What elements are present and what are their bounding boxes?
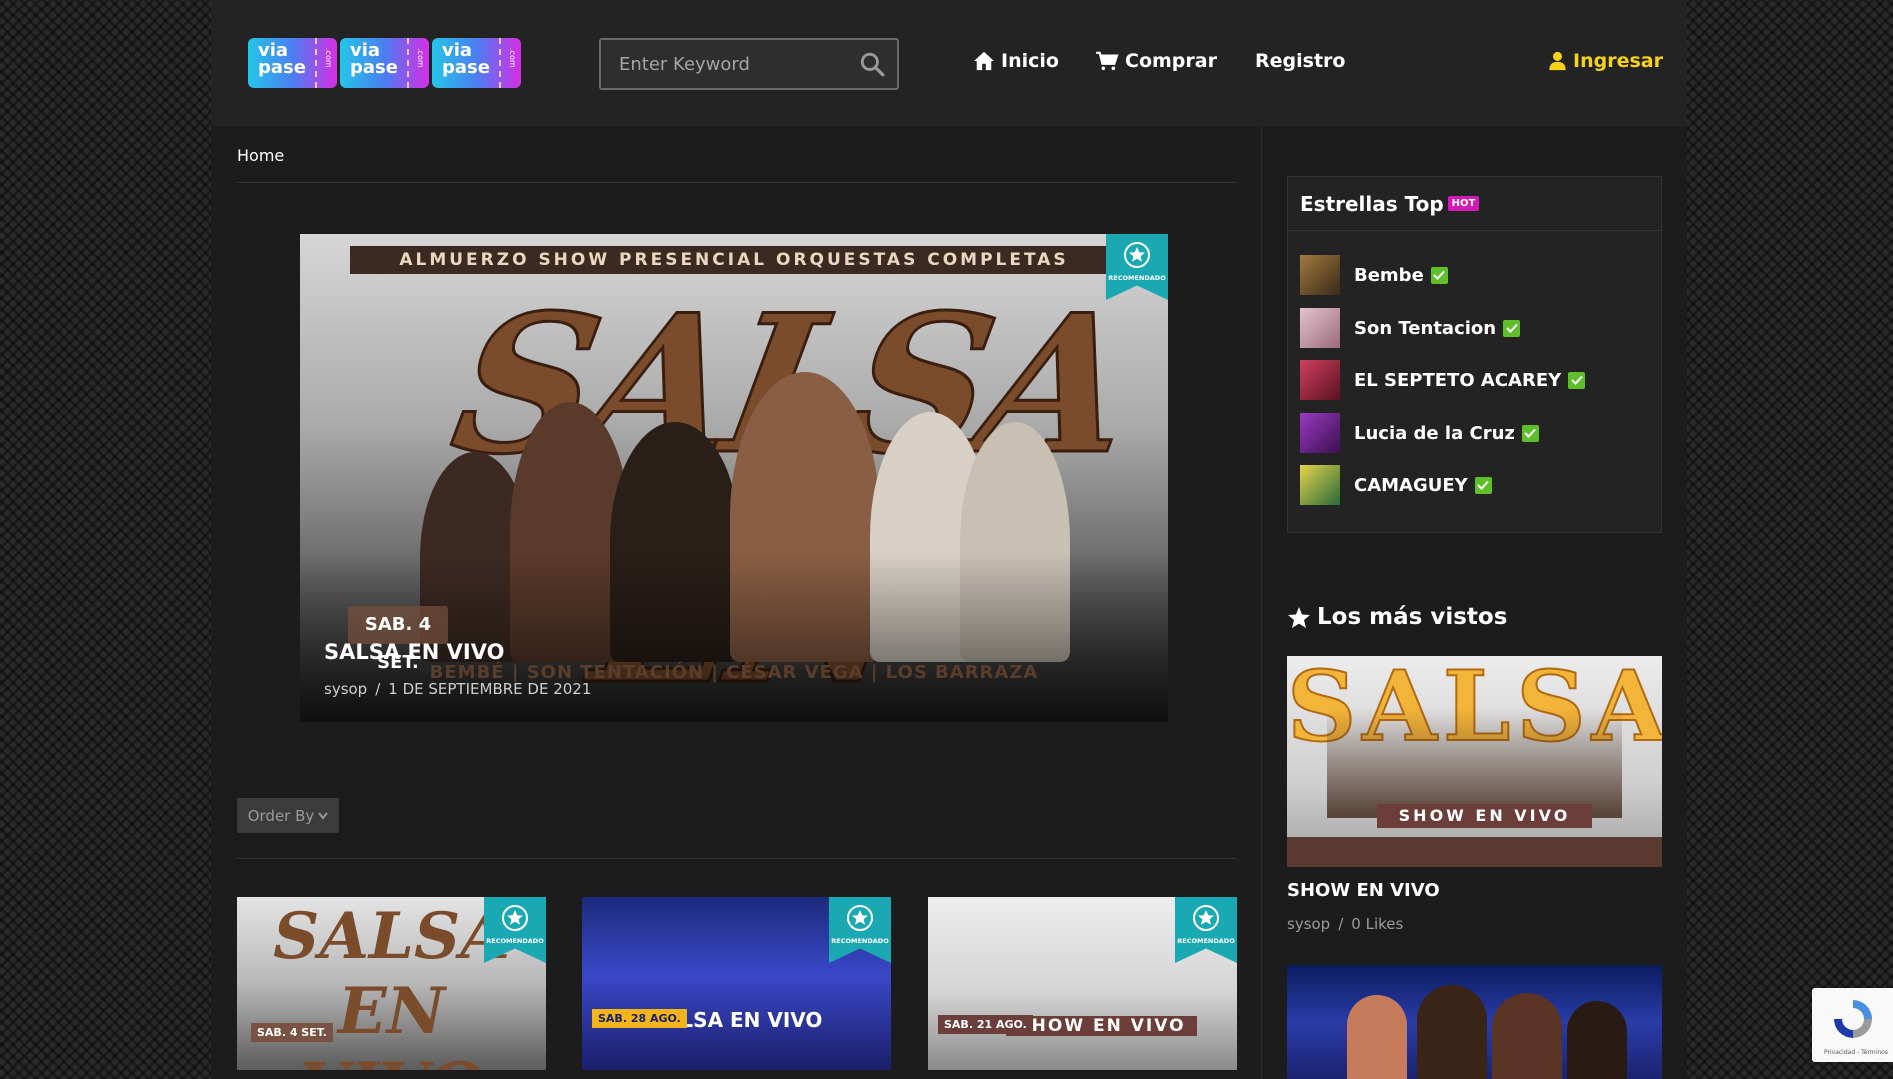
divider <box>237 858 1237 859</box>
logo-ticket-side: .com <box>508 48 517 68</box>
user-icon <box>1549 51 1566 71</box>
hot-badge: HOT <box>1447 196 1480 211</box>
meta-separator: / <box>1338 915 1344 933</box>
most-viewed-thumbnail[interactable] <box>1287 965 1662 1079</box>
thumbnail-title: SHOW EN VIVO <box>1006 1016 1197 1036</box>
logo-ticket: via pase .com <box>432 38 521 88</box>
ticket-perforation <box>499 38 501 88</box>
star-item[interactable]: CAMAGUEY <box>1300 465 1492 505</box>
most-viewed-author[interactable]: sysop <box>1287 915 1330 933</box>
event-thumbnail[interactable]: SALSA EN VIVO RECOMENDADO SAB. 4 SET. <box>237 897 546 1070</box>
ticket-perforation <box>407 38 409 88</box>
most-viewed-item-title[interactable]: SHOW EN VIVO <box>1287 880 1440 901</box>
top-stars-title: Estrellas Top <box>1300 191 1444 216</box>
nav-inicio-label: Inicio <box>1001 50 1059 72</box>
star-item[interactable]: Bembe <box>1300 255 1448 295</box>
verified-check-icon <box>1568 371 1586 389</box>
recaptcha-icon <box>1834 1000 1872 1038</box>
verified-check-icon <box>1430 266 1448 284</box>
star-item[interactable]: Son Tentacion <box>1300 308 1521 348</box>
star-avatar <box>1300 255 1340 295</box>
site-header: via pase .com via pase .com via pase .co… <box>211 0 1687 126</box>
recommended-label: RECOMENDADO <box>831 937 889 945</box>
thumbnail-date: SAB. 21 AGO. <box>938 1015 1033 1034</box>
poster-subtitle: SHOW EN VIVO <box>1377 804 1592 828</box>
logo-ticket: via pase .com <box>248 38 337 88</box>
page-container: via pase .com via pase .com via pase .co… <box>211 0 1687 1079</box>
star-item[interactable]: Lucia de la Cruz <box>1300 413 1539 453</box>
order-by-label: Order By <box>247 806 315 825</box>
search-box <box>599 38 899 90</box>
star-badge-icon <box>502 905 528 931</box>
nav-inicio[interactable]: Inicio <box>973 50 1059 72</box>
ticket-perforation <box>315 38 317 88</box>
search-input[interactable] <box>601 40 851 88</box>
thumbnail-date: SAB. 28 AGO. <box>592 1009 687 1028</box>
hero-author[interactable]: sysop <box>324 680 367 698</box>
poster-footer-band <box>1287 837 1662 867</box>
most-viewed-likes: 0 Likes <box>1351 915 1404 933</box>
logo-ticket-side: .com <box>416 48 425 68</box>
star-name: EL SEPTETO ACAREY <box>1354 369 1562 391</box>
chevron-down-icon <box>318 811 329 820</box>
breadcrumb-home[interactable]: Home <box>237 146 284 165</box>
most-viewed-title: Los más vistos <box>1317 604 1508 630</box>
recaptcha-badge[interactable]: Privacidad - Términos <box>1812 988 1893 1062</box>
search-icon[interactable] <box>859 51 885 77</box>
star-name: CAMAGUEY <box>1354 474 1468 496</box>
hero-featured-event[interactable]: ALMUERZO SHOW PRESENCIAL ORQUESTAS COMPL… <box>300 234 1168 722</box>
nav-comprar-label: Comprar <box>1125 50 1217 72</box>
recommended-ribbon: RECOMENDADO <box>829 897 891 963</box>
poster-banner-text: ALMUERZO SHOW PRESENCIAL ORQUESTAS COMPL… <box>399 250 1069 270</box>
verified-check-icon <box>1503 319 1521 337</box>
recommended-label: RECOMENDADO <box>1108 274 1166 282</box>
star-name: Son Tentacion <box>1354 317 1497 339</box>
star-avatar <box>1300 413 1340 453</box>
verified-check-icon <box>1521 424 1539 442</box>
nav-registro[interactable]: Registro <box>1255 50 1345 72</box>
recaptcha-terms[interactable]: Privacidad - Términos <box>1824 1049 1888 1056</box>
cart-icon <box>1096 51 1119 71</box>
logo-ticket: via pase .com <box>340 38 429 88</box>
event-thumbnail[interactable]: SHOW EN VIVO RECOMENDADO SAB. 21 AGO. <box>928 897 1237 1070</box>
most-viewed-item-meta: sysop / 0 Likes <box>1287 915 1403 933</box>
star-avatar <box>1300 308 1340 348</box>
site-logo[interactable]: via pase .com via pase .com via pase .co… <box>248 38 521 88</box>
poster-date: SAB. 4 SET. <box>348 606 448 673</box>
recommended-label: RECOMENDADO <box>486 937 544 945</box>
top-stars-widget: Estrellas Top HOT Bembe Son Tentacion EL… <box>1287 176 1662 533</box>
star-badge-icon <box>1193 905 1219 931</box>
most-viewed-header: Los más vistos <box>1287 604 1507 630</box>
star-name: Lucia de la Cruz <box>1354 422 1515 444</box>
most-viewed-thumbnail[interactable]: SALSA SHOW EN VIVO <box>1287 656 1662 867</box>
star-name: Bembe <box>1354 264 1424 286</box>
hero-meta: sysop / 1 DE SEPTIEMBRE DE 2021 <box>324 680 591 698</box>
hero-date: 1 DE SEPTIEMBRE DE 2021 <box>388 680 592 698</box>
event-thumbnail[interactable]: SALSA EN VIVO RECOMENDADO SAB. 28 AGO. <box>582 897 891 1070</box>
logo-ticket-side: .com <box>324 48 333 68</box>
star-badge-icon <box>1124 242 1150 268</box>
nav-ingresar-label: Ingresar <box>1573 50 1663 72</box>
verified-check-icon <box>1474 476 1492 494</box>
nav-registro-label: Registro <box>1255 50 1346 72</box>
thumbnail-date: SAB. 4 SET. <box>251 1023 333 1042</box>
star-avatar <box>1300 360 1340 400</box>
hero-title[interactable]: SALSA EN VIVO <box>324 640 504 664</box>
breadcrumb: Home <box>237 146 284 165</box>
sidebar-divider <box>1261 126 1262 1079</box>
top-stars-header: Estrellas Top HOT <box>1288 177 1661 231</box>
meta-separator: / <box>375 680 381 698</box>
nav-ingresar[interactable]: Ingresar <box>1548 50 1663 72</box>
recommended-label: RECOMENDADO <box>1177 937 1235 945</box>
star-badge-icon <box>847 905 873 931</box>
divider <box>237 182 1237 183</box>
star-item[interactable]: EL SEPTETO ACAREY <box>1300 360 1586 400</box>
home-icon <box>974 51 994 71</box>
order-by-dropdown[interactable]: Order By <box>237 798 339 833</box>
star-avatar <box>1300 465 1340 505</box>
star-icon <box>1288 606 1310 628</box>
recommended-ribbon: RECOMENDADO <box>1175 897 1237 963</box>
poster-performers-image <box>1327 708 1622 818</box>
nav-comprar[interactable]: Comprar <box>1095 50 1217 72</box>
